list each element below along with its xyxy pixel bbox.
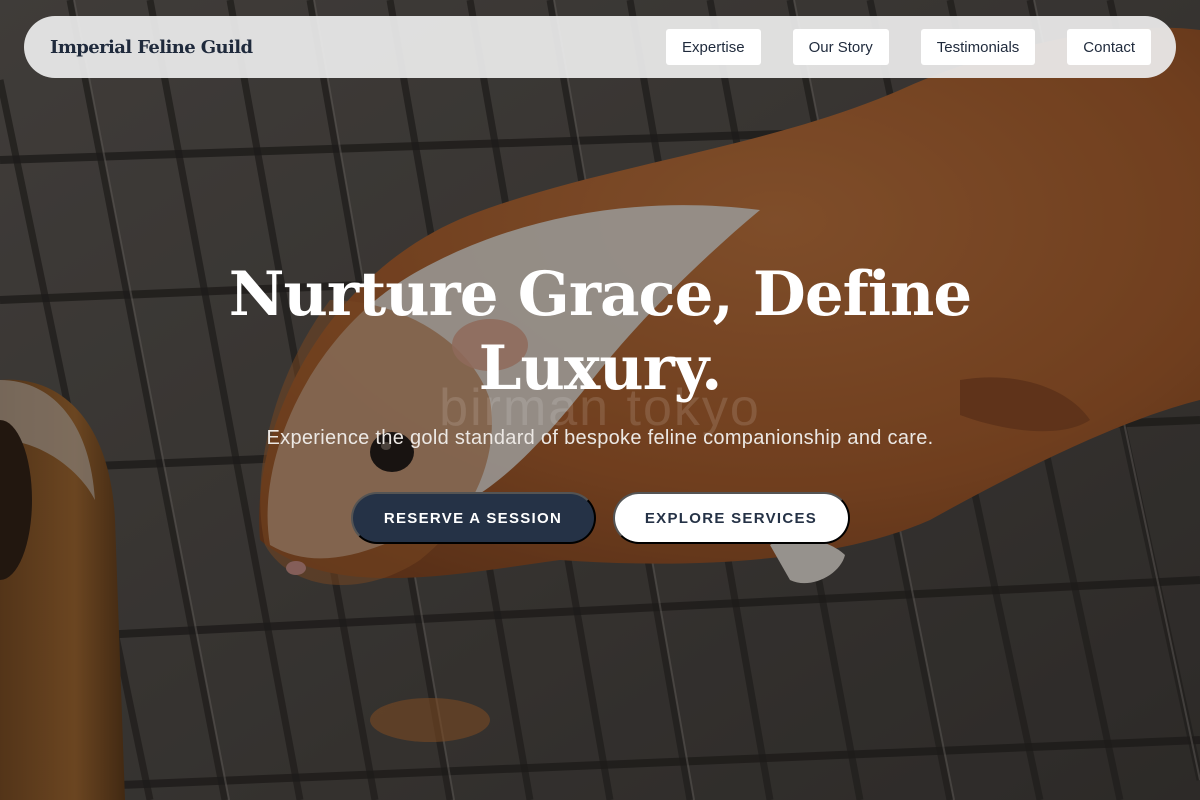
nav-link-testimonials[interactable]: Testimonials <box>920 29 1036 65</box>
brand-logo[interactable]: Imperial Feline Guild <box>50 37 253 58</box>
top-navbar: Imperial Feline Guild Expertise Our Stor… <box>24 16 1176 78</box>
hero-title-line-1: Nurture Grace, Define <box>228 259 972 330</box>
nav-link-our-story[interactable]: Our Story <box>792 29 889 65</box>
nav-links: Expertise Our Story Testimonials Contact <box>666 29 1151 65</box>
hero-cta-row: RESERVE A SESSION EXPLORE SERVICES <box>0 492 1200 544</box>
explore-services-button[interactable]: EXPLORE SERVICES <box>612 492 850 544</box>
hero-title: Nurture Grace, Define Luxury. <box>150 258 1050 406</box>
hero-title-line-2: Luxury. <box>478 333 723 404</box>
reserve-session-button[interactable]: RESERVE A SESSION <box>350 492 596 544</box>
hero-subtitle: Experience the gold standard of bespoke … <box>266 427 934 449</box>
nav-link-contact[interactable]: Contact <box>1067 29 1151 65</box>
nav-link-expertise[interactable]: Expertise <box>666 29 761 65</box>
